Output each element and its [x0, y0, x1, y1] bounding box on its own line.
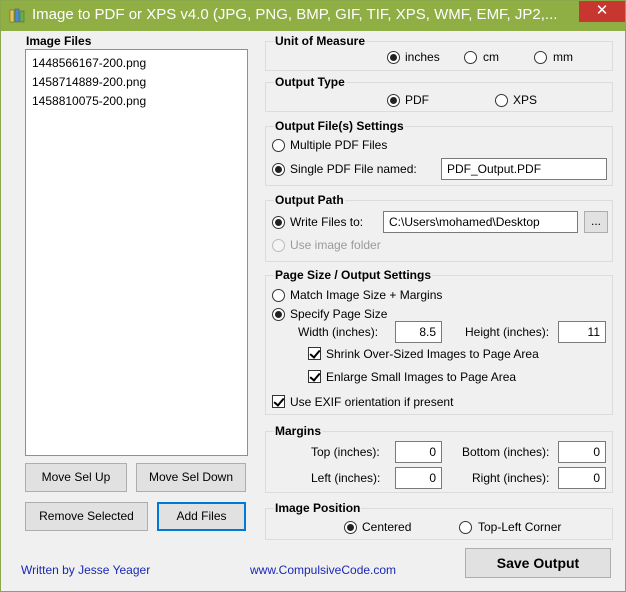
- exif-checkbox-label[interactable]: Use EXIF orientation if present: [290, 395, 453, 409]
- radio-pdf-label[interactable]: PDF: [405, 93, 429, 107]
- top-margin-input[interactable]: 0: [395, 441, 442, 463]
- radio-match-image-size[interactable]: [272, 289, 285, 302]
- shrink-checkbox[interactable]: [308, 347, 321, 360]
- bottom-margin-label: Bottom (inches):: [462, 445, 550, 459]
- app-icon: [9, 8, 25, 23]
- radio-write-files[interactable]: [272, 216, 285, 229]
- bottom-margin-input[interactable]: 0: [558, 441, 606, 463]
- image-files-label: Image Files: [26, 34, 92, 48]
- radio-xps[interactable]: [495, 94, 508, 107]
- radio-write-files-label[interactable]: Write Files to:: [290, 215, 363, 229]
- width-label: Width (inches):: [298, 325, 379, 339]
- app-window: Image to PDF or XPS v4.0 (JPG, PNG, BMP,…: [0, 0, 626, 592]
- list-item[interactable]: 1448566167-200.png: [32, 54, 241, 73]
- radio-specify-page-size[interactable]: [272, 308, 285, 321]
- radio-top-left-corner-label[interactable]: Top-Left Corner: [478, 520, 561, 534]
- window-title: Image to PDF or XPS v4.0 (JPG, PNG, BMP,…: [32, 6, 558, 23]
- width-input[interactable]: 8.5: [395, 321, 442, 343]
- radio-use-image-folder-label[interactable]: Use image folder: [290, 238, 381, 252]
- browse-button[interactable]: ...: [584, 211, 608, 233]
- pdf-filename-input[interactable]: PDF_Output.PDF: [441, 158, 607, 180]
- output-path-group: Output Path Write Files to: C:\Users\moh…: [265, 193, 613, 262]
- output-path-input[interactable]: C:\Users\mohamed\Desktop: [383, 211, 578, 233]
- radio-multiple-pdf-label[interactable]: Multiple PDF Files: [290, 138, 387, 152]
- radio-mm-label[interactable]: mm: [553, 50, 573, 64]
- right-margin-label: Right (inches):: [472, 471, 550, 485]
- top-margin-label: Top (inches):: [311, 445, 380, 459]
- close-icon: ✕: [595, 2, 609, 19]
- radio-inches[interactable]: [387, 51, 400, 64]
- radio-specify-page-size-label[interactable]: Specify Page Size: [290, 307, 387, 321]
- left-margin-label: Left (inches):: [311, 471, 381, 485]
- enlarge-checkbox-label[interactable]: Enlarge Small Images to Page Area: [326, 370, 516, 384]
- output-files-title: Output File(s) Settings: [274, 119, 405, 133]
- move-sel-down-button[interactable]: Move Sel Down: [136, 463, 246, 492]
- radio-multiple-pdf[interactable]: [272, 139, 285, 152]
- exif-checkbox[interactable]: [272, 395, 285, 408]
- author-link[interactable]: Written by Jesse Yeager: [21, 563, 150, 577]
- output-type-title: Output Type: [274, 75, 346, 89]
- output-files-group: Output File(s) Settings Multiple PDF Fil…: [265, 119, 613, 186]
- unit-of-measure-title: Unit of Measure: [274, 34, 367, 48]
- save-output-button[interactable]: Save Output: [465, 548, 611, 578]
- radio-match-image-size-label[interactable]: Match Image Size + Margins: [290, 288, 442, 302]
- right-margin-input[interactable]: 0: [558, 467, 606, 489]
- enlarge-checkbox[interactable]: [308, 370, 321, 383]
- title-bar[interactable]: Image to PDF or XPS v4.0 (JPG, PNG, BMP,…: [1, 1, 625, 31]
- list-item[interactable]: 1458714889-200.png: [32, 73, 241, 92]
- height-label: Height (inches):: [465, 325, 550, 339]
- image-file-list[interactable]: 1448566167-200.png 1458714889-200.png 14…: [25, 49, 248, 456]
- page-size-group: Page Size / Output Settings Match Image …: [265, 268, 613, 415]
- radio-pdf[interactable]: [387, 94, 400, 107]
- close-button[interactable]: ✕: [579, 1, 625, 22]
- radio-top-left-corner[interactable]: [459, 521, 472, 534]
- add-files-button[interactable]: Add Files: [157, 502, 246, 531]
- shrink-checkbox-label[interactable]: Shrink Over-Sized Images to Page Area: [326, 347, 539, 361]
- radio-use-image-folder[interactable]: [272, 239, 285, 252]
- margins-title: Margins: [274, 424, 323, 438]
- radio-cm[interactable]: [464, 51, 477, 64]
- margins-group: Margins Top (inches): 0 Bottom (inches):…: [265, 424, 613, 493]
- left-margin-input[interactable]: 0: [395, 467, 442, 489]
- radio-mm[interactable]: [534, 51, 547, 64]
- remove-selected-button[interactable]: Remove Selected: [25, 502, 148, 531]
- list-item[interactable]: 1458810075-200.png: [32, 92, 241, 111]
- page-size-title: Page Size / Output Settings: [274, 268, 433, 282]
- image-position-group: Image Position Centered Top-Left Corner: [265, 501, 613, 540]
- move-sel-up-button[interactable]: Move Sel Up: [25, 463, 127, 492]
- radio-single-pdf[interactable]: [272, 163, 285, 176]
- unit-of-measure-group: Unit of Measure inches cm mm: [265, 34, 613, 71]
- radio-centered-label[interactable]: Centered: [362, 520, 411, 534]
- website-link[interactable]: www.CompulsiveCode.com: [250, 563, 396, 577]
- height-input[interactable]: 11: [558, 321, 606, 343]
- output-path-title: Output Path: [274, 193, 345, 207]
- radio-cm-label[interactable]: cm: [483, 50, 499, 64]
- radio-inches-label[interactable]: inches: [405, 50, 440, 64]
- radio-single-pdf-label[interactable]: Single PDF File named:: [290, 162, 417, 176]
- output-type-group: Output Type PDF XPS: [265, 75, 613, 112]
- radio-xps-label[interactable]: XPS: [513, 93, 537, 107]
- image-position-title: Image Position: [274, 501, 362, 515]
- radio-centered[interactable]: [344, 521, 357, 534]
